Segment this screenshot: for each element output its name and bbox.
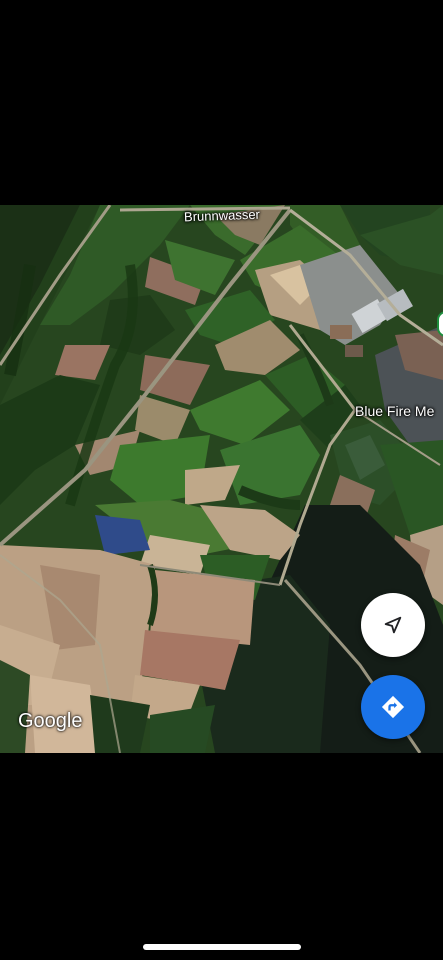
directions-button[interactable] [361, 675, 425, 739]
partial-map-marker[interactable] [437, 311, 443, 337]
directions-turn-right-icon [379, 693, 407, 721]
satellite-map[interactable]: Brunnwasser Blue Fire Me Google [0, 205, 443, 753]
google-logo: Google [18, 710, 83, 732]
home-indicator[interactable] [143, 944, 301, 950]
poi-label[interactable]: Blue Fire Me [355, 403, 434, 419]
satellite-imagery [0, 205, 443, 753]
street-label: Brunnwasser [183, 206, 261, 225]
navigation-arrow-icon [382, 614, 404, 636]
my-location-button[interactable] [361, 593, 425, 657]
